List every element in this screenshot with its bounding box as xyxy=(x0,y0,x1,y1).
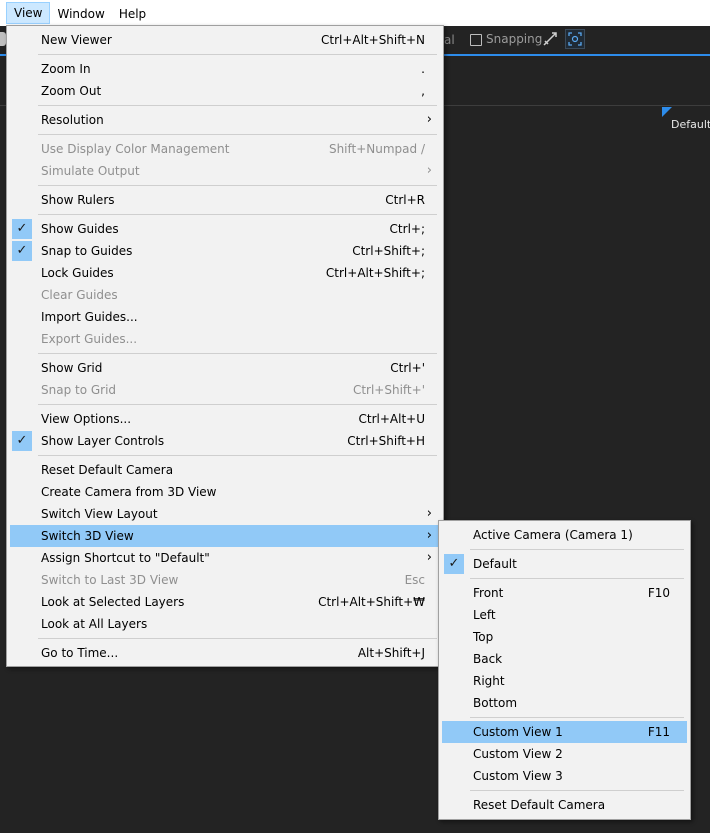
menu-separator xyxy=(38,105,437,106)
menu-item-show-guides[interactable]: ✓ Show Guides Ctrl+; xyxy=(10,218,440,240)
menu-item-look-at-all-layers[interactable]: Look at All Layers xyxy=(10,613,440,635)
menu-item-lock-guides[interactable]: Lock Guides Ctrl+Alt+Shift+; xyxy=(10,262,440,284)
submenu-item-custom-view-1[interactable]: Custom View 1 F11 xyxy=(442,721,687,743)
menu-separator xyxy=(470,790,684,791)
submenu-arrow-icon: › xyxy=(426,506,432,521)
menu-bar: View Window Help xyxy=(0,0,710,26)
menu-item-switch-3d-view[interactable]: Switch 3D View › xyxy=(10,525,440,547)
menu-item-zoom-out[interactable]: Zoom Out , xyxy=(10,80,440,102)
menu-item-assign-shortcut[interactable]: Assign Shortcut to "Default" › xyxy=(10,547,440,569)
snapping-label: Snapping xyxy=(486,32,543,46)
submenu-item-right[interactable]: Right xyxy=(442,670,687,692)
menu-item-use-display-color-management[interactable]: Use Display Color Management Shift+Numpa… xyxy=(10,138,440,160)
menu-separator xyxy=(38,54,437,55)
menu-window[interactable]: Window xyxy=(50,2,111,24)
menu-item-create-camera-from-3d-view[interactable]: Create Camera from 3D View xyxy=(10,481,440,503)
submenu-arrow-icon: › xyxy=(426,112,432,127)
menu-separator xyxy=(470,578,684,579)
menu-item-resolution[interactable]: Resolution › xyxy=(10,109,440,131)
menu-separator xyxy=(470,549,684,550)
menu-item-show-grid[interactable]: Show Grid Ctrl+' xyxy=(10,357,440,379)
menu-separator xyxy=(38,638,437,639)
switch-3d-view-submenu: Active Camera (Camera 1) ✓ Default Front… xyxy=(438,520,691,820)
menu-item-show-rulers[interactable]: Show Rulers Ctrl+R xyxy=(10,189,440,211)
check-icon: ✓ xyxy=(12,241,32,261)
menu-item-zoom-in[interactable]: Zoom In . xyxy=(10,58,440,80)
submenu-item-bottom[interactable]: Bottom xyxy=(442,692,687,714)
menu-item-simulate-output[interactable]: Simulate Output › xyxy=(10,160,440,182)
toolbar-fragment-text: al xyxy=(444,33,455,47)
submenu-item-front[interactable]: Front F10 xyxy=(442,582,687,604)
menu-item-snap-to-grid[interactable]: Snap to Grid Ctrl+Shift+' xyxy=(10,379,440,401)
menu-item-switch-to-last-3d-view[interactable]: Switch to Last 3D View Esc xyxy=(10,569,440,591)
check-icon: ✓ xyxy=(12,431,32,451)
submenu-item-custom-view-2[interactable]: Custom View 2 xyxy=(442,743,687,765)
camera-view-badge: Default xyxy=(662,107,710,133)
menu-item-switch-view-layout[interactable]: Switch View Layout › xyxy=(10,503,440,525)
submenu-arrow-icon: › xyxy=(426,163,432,178)
target-region-icon[interactable] xyxy=(565,29,585,49)
check-icon: ✓ xyxy=(444,554,464,574)
view-menu: New Viewer Ctrl+Alt+Shift+N Zoom In . Zo… xyxy=(6,25,444,667)
menu-item-import-guides[interactable]: Import Guides... xyxy=(10,306,440,328)
submenu-item-custom-view-3[interactable]: Custom View 3 xyxy=(442,765,687,787)
corner-triangle-icon xyxy=(662,107,672,117)
submenu-item-top[interactable]: Top xyxy=(442,626,687,648)
menu-item-clear-guides[interactable]: Clear Guides xyxy=(10,284,440,306)
menu-item-look-at-selected-layers[interactable]: Look at Selected Layers Ctrl+Alt+Shift+₩ xyxy=(10,591,440,613)
menu-separator xyxy=(38,353,437,354)
menu-item-show-layer-controls[interactable]: ✓ Show Layer Controls Ctrl+Shift+H xyxy=(10,430,440,452)
menu-item-go-to-time[interactable]: Go to Time... Alt+Shift+J xyxy=(10,642,440,664)
menu-help[interactable]: Help xyxy=(112,2,153,24)
menu-item-new-viewer[interactable]: New Viewer Ctrl+Alt+Shift+N xyxy=(10,29,440,51)
submenu-item-back[interactable]: Back xyxy=(442,648,687,670)
menu-item-snap-to-guides[interactable]: ✓ Snap to Guides Ctrl+Shift+; xyxy=(10,240,440,262)
menu-separator xyxy=(38,214,437,215)
menu-view[interactable]: View xyxy=(6,2,51,24)
submenu-item-default[interactable]: ✓ Default xyxy=(442,553,687,575)
snap-magnet-icon[interactable] xyxy=(541,30,559,48)
menu-item-view-options[interactable]: View Options... Ctrl+Alt+U xyxy=(10,408,440,430)
menu-separator xyxy=(38,455,437,456)
camera-view-label: Default xyxy=(671,118,710,131)
submenu-arrow-icon: › xyxy=(426,528,432,543)
menu-item-export-guides[interactable]: Export Guides... xyxy=(10,328,440,350)
menu-separator xyxy=(38,404,437,405)
menu-separator xyxy=(470,717,684,718)
menu-item-reset-default-camera[interactable]: Reset Default Camera xyxy=(10,459,440,481)
submenu-item-reset-default-camera[interactable]: Reset Default Camera xyxy=(442,794,687,816)
menu-separator xyxy=(38,185,437,186)
menu-separator xyxy=(38,134,437,135)
submenu-arrow-icon: › xyxy=(426,550,432,565)
submenu-item-active-camera[interactable]: Active Camera (Camera 1) xyxy=(442,524,687,546)
submenu-item-left[interactable]: Left xyxy=(442,604,687,626)
snapping-checkbox[interactable] xyxy=(470,34,482,46)
check-icon: ✓ xyxy=(12,219,32,239)
